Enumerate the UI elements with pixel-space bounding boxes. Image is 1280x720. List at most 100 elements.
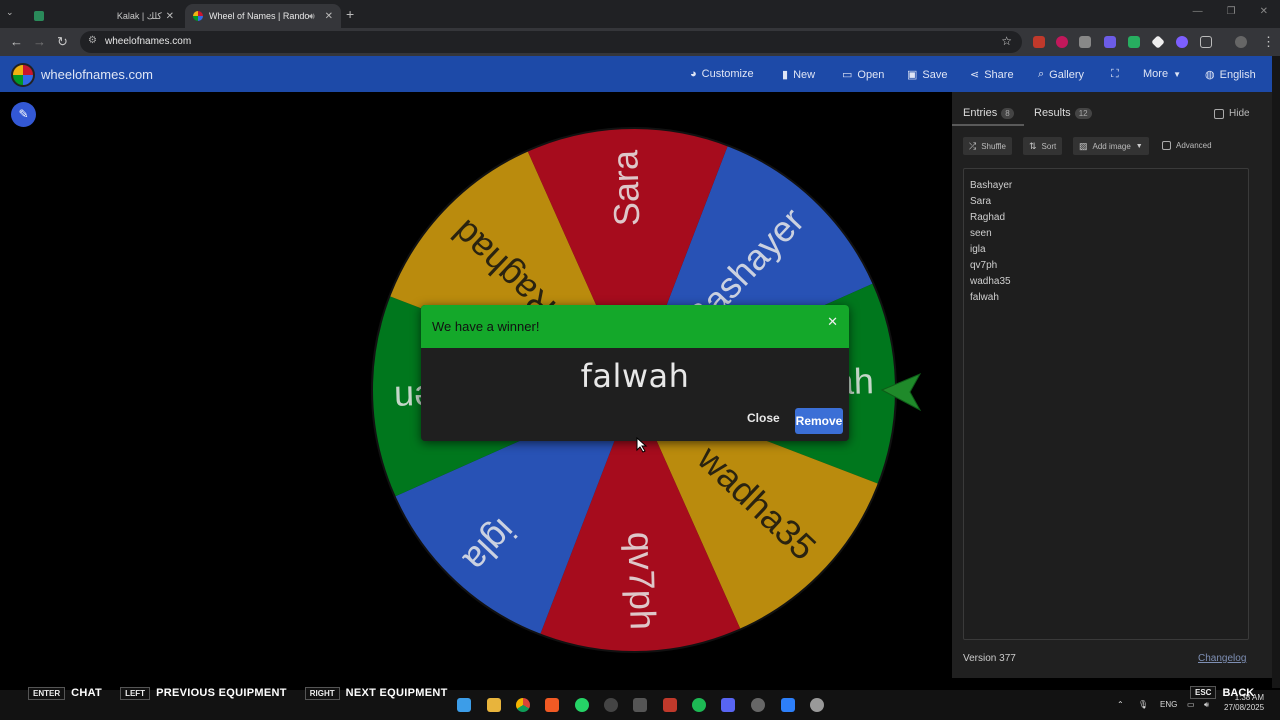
chat-hint: CHAT (71, 687, 103, 699)
menu-open[interactable]: ▭ Open (842, 68, 885, 82)
menu-customize[interactable]: ◕ Customize (690, 68, 754, 80)
wheel-favicon-icon (193, 11, 203, 21)
new-tab-icon[interactable]: + (346, 6, 354, 22)
reload-icon[interactable]: ↻ (57, 34, 68, 50)
chevron-down-icon: ▼ (1173, 69, 1181, 79)
page-scrollbar[interactable] (1272, 56, 1280, 688)
winner-name: falwah (580, 357, 690, 395)
start-windows-icon[interactable] (457, 698, 471, 712)
close-button[interactable]: Close (747, 411, 780, 425)
results-count-badge: 12 (1074, 108, 1092, 119)
mouse-cursor-icon (636, 437, 648, 453)
extension-icon[interactable] (1079, 36, 1091, 48)
button-label: Sort (1041, 141, 1057, 151)
menu-new[interactable]: ▮ New (782, 68, 816, 82)
entry-line: qv7ph (970, 260, 998, 271)
extension-icon[interactable] (1033, 36, 1045, 48)
app-icon[interactable] (663, 698, 677, 712)
file-explorer-icon[interactable] (487, 698, 501, 712)
extension-icon[interactable] (1176, 36, 1188, 48)
close-tab-icon[interactable]: ✕ (166, 11, 174, 22)
menu-gallery[interactable]: ⌕ Gallery (1038, 68, 1084, 81)
close-icon[interactable]: ✕ (827, 314, 838, 330)
chrome-icon[interactable] (516, 698, 530, 712)
save-icon: ▣ (907, 69, 918, 81)
site-name[interactable]: wheelofnames.com (41, 67, 153, 82)
share-icon: ⋖ (970, 69, 980, 81)
close-tab-icon[interactable]: ✕ (325, 11, 333, 22)
restore-icon[interactable]: ❐ (1227, 6, 1236, 17)
logo-icon[interactable] (11, 63, 35, 87)
folder-icon: ▭ (842, 69, 853, 81)
close-window-icon[interactable]: ✕ (1260, 6, 1268, 17)
tab-results[interactable]: Results 12 (1034, 107, 1092, 119)
wheel-pointer-icon (880, 372, 922, 412)
back-icon[interactable]: ← (10, 34, 23, 49)
tray-chevron-icon[interactable]: ⌃ (1117, 700, 1124, 709)
edit-pencil-button[interactable]: ✎ (11, 102, 36, 127)
profile-avatar[interactable] (1235, 36, 1247, 48)
volume-icon[interactable]: 🔊︎ (1204, 700, 1209, 710)
winner-dialog-title: We have a winner! (432, 319, 540, 334)
remove-button[interactable]: Remove (795, 408, 843, 434)
forward-icon[interactable]: → (33, 34, 46, 49)
site-header: wheelofnames.com ◕ Customize ▮ New ▭ Ope… (0, 56, 1272, 92)
back-hint-label: BACK (1222, 686, 1255, 699)
advanced-checkbox[interactable]: Advanced (1162, 141, 1212, 150)
discord-icon[interactable] (721, 698, 735, 712)
address-bar[interactable]: ⚙ wheelofnames.com ☆ (80, 31, 1022, 53)
browser-tab-kalak[interactable]: Kalak | كلك ✕ (26, 4, 182, 28)
app-icon[interactable] (781, 698, 795, 712)
tab-search-icon[interactable]: ⌄ (6, 7, 14, 18)
browser-menu-icon[interactable]: ⋮ (1262, 34, 1275, 50)
app-icon[interactable] (604, 698, 618, 712)
shuffle-button[interactable]: ⤮ Shuffle (963, 137, 1012, 155)
sort-button[interactable]: ⇅ Sort (1023, 137, 1063, 155)
microphone-icon[interactable]: 🎙︎ (1138, 700, 1148, 709)
entries-textarea[interactable]: Bashayer Sara Raghad seen igla qv7ph wad… (963, 168, 1249, 640)
add-image-button[interactable]: ▨ Add image ▼ (1073, 137, 1149, 155)
game-overlay-hints: ENTER CHAT LEFT PREVIOUS EQUIPMENT RIGHT… (0, 686, 466, 700)
speaker-icon[interactable]: 🔊︎ (309, 11, 315, 22)
checkbox-icon (1214, 108, 1224, 119)
entries-count-badge: 8 (1001, 108, 1014, 119)
site-info-icon[interactable]: ⚙ (88, 35, 97, 46)
menu-fullscreen[interactable]: ⛶ (1111, 68, 1119, 81)
menu-save[interactable]: ▣ Save (907, 68, 947, 82)
tab-title: Kalak | كلك (116, 10, 162, 21)
search-icon: ⌕ (1038, 68, 1045, 80)
extensions-puzzle-icon[interactable] (1200, 36, 1212, 48)
spotify-icon[interactable] (692, 698, 706, 712)
back-hint: ESC BACK (1190, 686, 1254, 699)
menu-label: New (793, 68, 816, 81)
tab-label: Entries (963, 107, 998, 119)
app-icon[interactable] (633, 698, 647, 712)
tab-entries[interactable]: Entries 8 (963, 107, 1014, 119)
minimize-icon[interactable]: — (1193, 6, 1203, 17)
sort-icon: ⇅ (1029, 140, 1037, 151)
menu-language[interactable]: ◍ English (1205, 68, 1256, 82)
esc-key: ESC (1190, 686, 1217, 699)
overwatch-icon[interactable] (810, 698, 824, 712)
menu-more[interactable]: More ▼ (1143, 68, 1181, 80)
steam-icon[interactable] (751, 698, 765, 712)
extension-icon[interactable] (1128, 36, 1140, 48)
version-text: Version 377 (963, 653, 1016, 664)
extension-icon[interactable] (1056, 36, 1068, 48)
menu-label: Gallery (1049, 68, 1085, 81)
entry-line: seen (970, 228, 992, 239)
bookmark-star-icon[interactable]: ☆ (1001, 34, 1012, 48)
changelog-link[interactable]: Changelog (1198, 653, 1246, 664)
browser-tab-wheel[interactable]: Wheel of Names | Random 🔊︎ ✕ (185, 4, 341, 28)
menu-label: Open (857, 68, 885, 81)
menu-share[interactable]: ⋖ Share (970, 68, 1014, 82)
extension-icon[interactable] (1151, 35, 1165, 49)
brave-icon[interactable] (545, 698, 559, 712)
whatsapp-icon[interactable] (575, 698, 589, 712)
right-key: RIGHT (304, 686, 340, 700)
language-indicator[interactable]: ENG (1160, 700, 1177, 709)
clock-date: 27/08/2025 (1224, 703, 1265, 712)
network-icon[interactable]: ▭ (1187, 700, 1195, 709)
hide-checkbox[interactable]: Hide (1214, 108, 1250, 119)
extension-icon[interactable] (1104, 36, 1116, 48)
